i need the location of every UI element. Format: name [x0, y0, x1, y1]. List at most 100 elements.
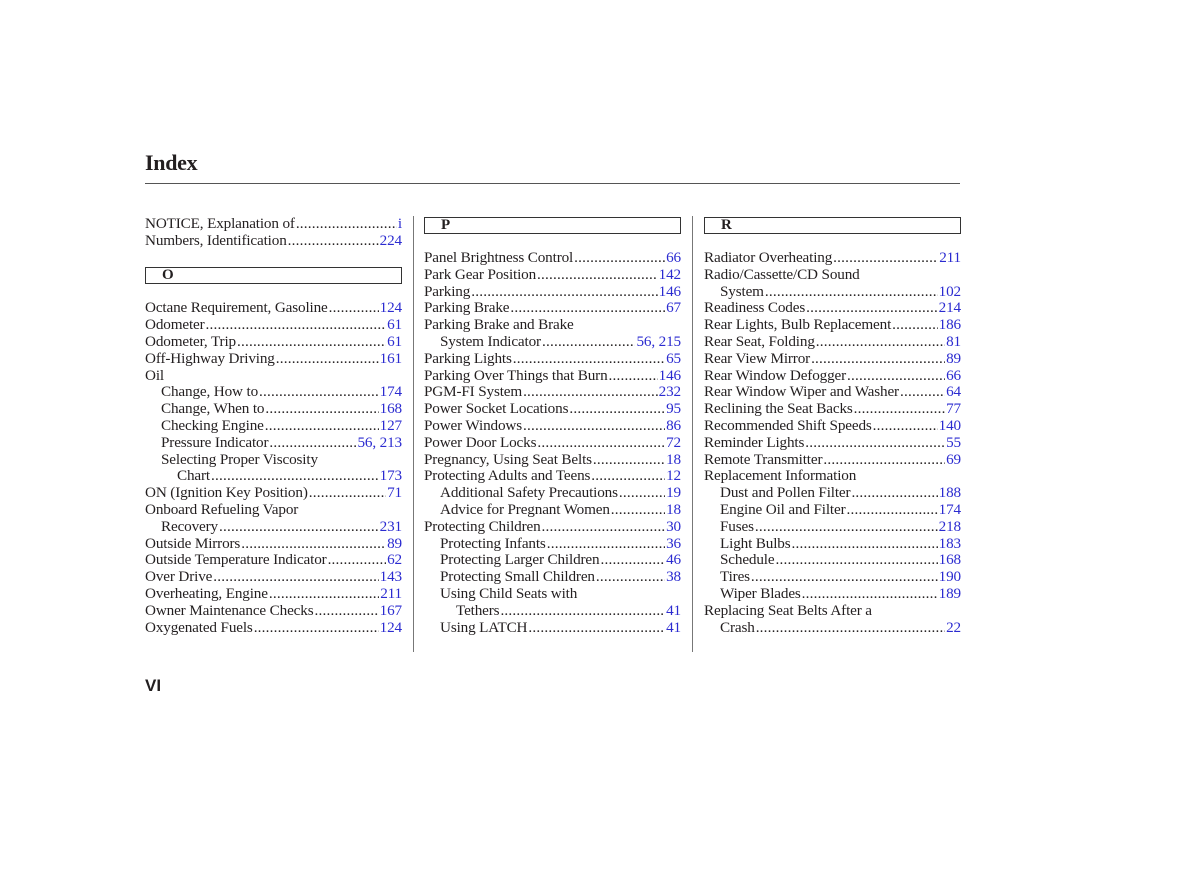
- page-reference-link[interactable]: 146: [659, 368, 681, 385]
- index-entry-text: System Indicator: [440, 333, 541, 350]
- page-reference-link[interactable]: 102: [939, 284, 961, 301]
- page-reference-link[interactable]: 218: [939, 519, 961, 536]
- page-reference-link[interactable]: 55: [946, 435, 961, 452]
- page-reference-link[interactable]: 183: [939, 536, 961, 553]
- page-reference-link[interactable]: 146: [659, 284, 681, 301]
- index-entry: Rear View Mirror 89: [704, 351, 961, 368]
- page-reference-link[interactable]: 56, 213: [357, 435, 402, 452]
- page-reference-link[interactable]: 89: [387, 536, 402, 553]
- page-reference-link[interactable]: 12: [666, 468, 681, 485]
- index-entry-text: Recommended Shift Speeds: [704, 417, 872, 434]
- dot-leader: [537, 267, 658, 284]
- page-reference-link[interactable]: 140: [939, 418, 961, 435]
- page-reference-link[interactable]: 41: [666, 620, 681, 637]
- page-reference-link[interactable]: 174: [380, 384, 402, 401]
- page-reference-link[interactable]: 67: [666, 300, 681, 317]
- column-divider: [692, 216, 693, 652]
- page-reference-link[interactable]: 124: [380, 300, 402, 317]
- index-entry: Advice for Pregnant Women 18: [424, 502, 681, 519]
- page-reference-link[interactable]: 64: [946, 384, 961, 401]
- page-reference-link[interactable]: 167: [380, 603, 402, 620]
- index-entry-text: Parking: [424, 283, 471, 300]
- page-reference-link[interactable]: 61: [387, 334, 402, 351]
- dot-leader: [792, 536, 938, 553]
- page-reference-link[interactable]: 81: [946, 334, 961, 351]
- page-reference-link[interactable]: 95: [666, 401, 681, 418]
- page-reference-link[interactable]: 168: [380, 401, 402, 418]
- dot-leader: [542, 334, 636, 351]
- page-reference-link[interactable]: 124: [380, 620, 402, 637]
- index-entry: Light Bulbs 183: [704, 536, 961, 553]
- index-entry: System 102: [704, 284, 961, 301]
- index-entry-text: Onboard Refueling Vapor: [145, 501, 299, 518]
- page-reference-link[interactable]: 18: [666, 502, 681, 519]
- index-entry-text: Using Child Seats with: [440, 585, 578, 602]
- page-reference-link[interactable]: 186: [939, 317, 961, 334]
- page-reference-link[interactable]: 30: [666, 519, 681, 536]
- page-reference-link[interactable]: 69: [946, 452, 961, 469]
- page-reference-link[interactable]: 66: [946, 368, 961, 385]
- page-reference-link[interactable]: 211: [380, 586, 402, 603]
- page-reference-link[interactable]: 174: [939, 502, 961, 519]
- page-reference-link[interactable]: 66: [666, 250, 681, 267]
- dot-leader: [851, 485, 937, 502]
- page-reference-link[interactable]: 71: [387, 485, 402, 502]
- index-entry: Parking 146: [424, 284, 681, 301]
- page-reference-link[interactable]: 211: [939, 250, 961, 267]
- index-entry-text: Protecting Infants: [440, 535, 546, 552]
- page-reference-link[interactable]: 46: [666, 552, 681, 569]
- page-reference-link[interactable]: 161: [380, 351, 402, 368]
- index-entry: Using LATCH 41: [424, 620, 681, 637]
- page-reference-link[interactable]: 18: [666, 452, 681, 469]
- page-reference-link[interactable]: 65: [666, 351, 681, 368]
- page-reference-link[interactable]: 61: [387, 317, 402, 334]
- page-reference-link[interactable]: 231: [380, 519, 402, 536]
- dot-leader: [259, 384, 379, 401]
- index-entry-text: ON (Ignition Key Position): [145, 485, 308, 502]
- page-reference-link[interactable]: 173: [380, 468, 402, 485]
- page-reference-link[interactable]: 188: [939, 485, 961, 502]
- index-entry: Protecting Children 30: [424, 519, 681, 536]
- page-reference-link[interactable]: 41: [666, 603, 681, 620]
- index-entry-text: Oxygenated Fuels: [145, 619, 253, 636]
- page-reference-link[interactable]: 89: [946, 351, 961, 368]
- page-reference-link[interactable]: 86: [666, 418, 681, 435]
- page-reference-link[interactable]: 142: [659, 267, 681, 284]
- index-entry: Protecting Infants 36: [424, 536, 681, 553]
- page-reference-link[interactable]: 72: [666, 435, 681, 452]
- dot-leader: [611, 502, 665, 519]
- page-reference-link[interactable]: 127: [380, 418, 402, 435]
- page-reference-link[interactable]: 143: [380, 569, 402, 586]
- index-entry-text: Park Gear Position: [424, 266, 537, 283]
- page-reference-link[interactable]: 189: [939, 586, 961, 603]
- page-reference-link[interactable]: 19: [666, 485, 681, 502]
- index-entry-text: Protecting Larger Children: [440, 552, 600, 569]
- section-letter-header: P: [424, 217, 681, 234]
- dot-leader: [823, 452, 945, 469]
- page-reference-link[interactable]: 190: [939, 569, 961, 586]
- page-reference-link[interactable]: 224: [380, 233, 402, 250]
- dot-leader: [833, 250, 938, 267]
- index-entry-text: Rear Seat, Folding: [704, 333, 815, 350]
- page-reference-link[interactable]: i: [398, 216, 402, 233]
- page-reference-link[interactable]: 232: [659, 384, 681, 401]
- page-reference-link[interactable]: 214: [939, 300, 961, 317]
- index-entry-text: Panel Brightness Control: [424, 250, 574, 266]
- dot-leader: [854, 401, 945, 418]
- index-entry-text: Using LATCH: [440, 619, 528, 636]
- page-reference-link[interactable]: 56, 215: [636, 334, 681, 351]
- index-entry-heading: Replacement Information: [704, 468, 961, 485]
- page-reference-link[interactable]: 22: [946, 620, 961, 637]
- index-entry-text: Reminder Lights: [704, 434, 805, 451]
- page-reference-link[interactable]: 38: [666, 569, 681, 586]
- page-reference-link[interactable]: 77: [946, 401, 961, 418]
- index-entry: Tires 190: [704, 569, 961, 586]
- page-reference-link[interactable]: 36: [666, 536, 681, 553]
- index-entry-text: Reclining the Seat Backs: [704, 401, 853, 418]
- index-entry: Park Gear Position 142: [424, 267, 681, 284]
- index-entry-text: Odometer: [145, 317, 205, 334]
- index-entry-text: Rear Window Wiper and Washer: [704, 384, 899, 401]
- index-entry: ON (Ignition Key Position) 71: [145, 485, 402, 502]
- page-reference-link[interactable]: 62: [387, 552, 402, 569]
- page-reference-link[interactable]: 168: [939, 552, 961, 569]
